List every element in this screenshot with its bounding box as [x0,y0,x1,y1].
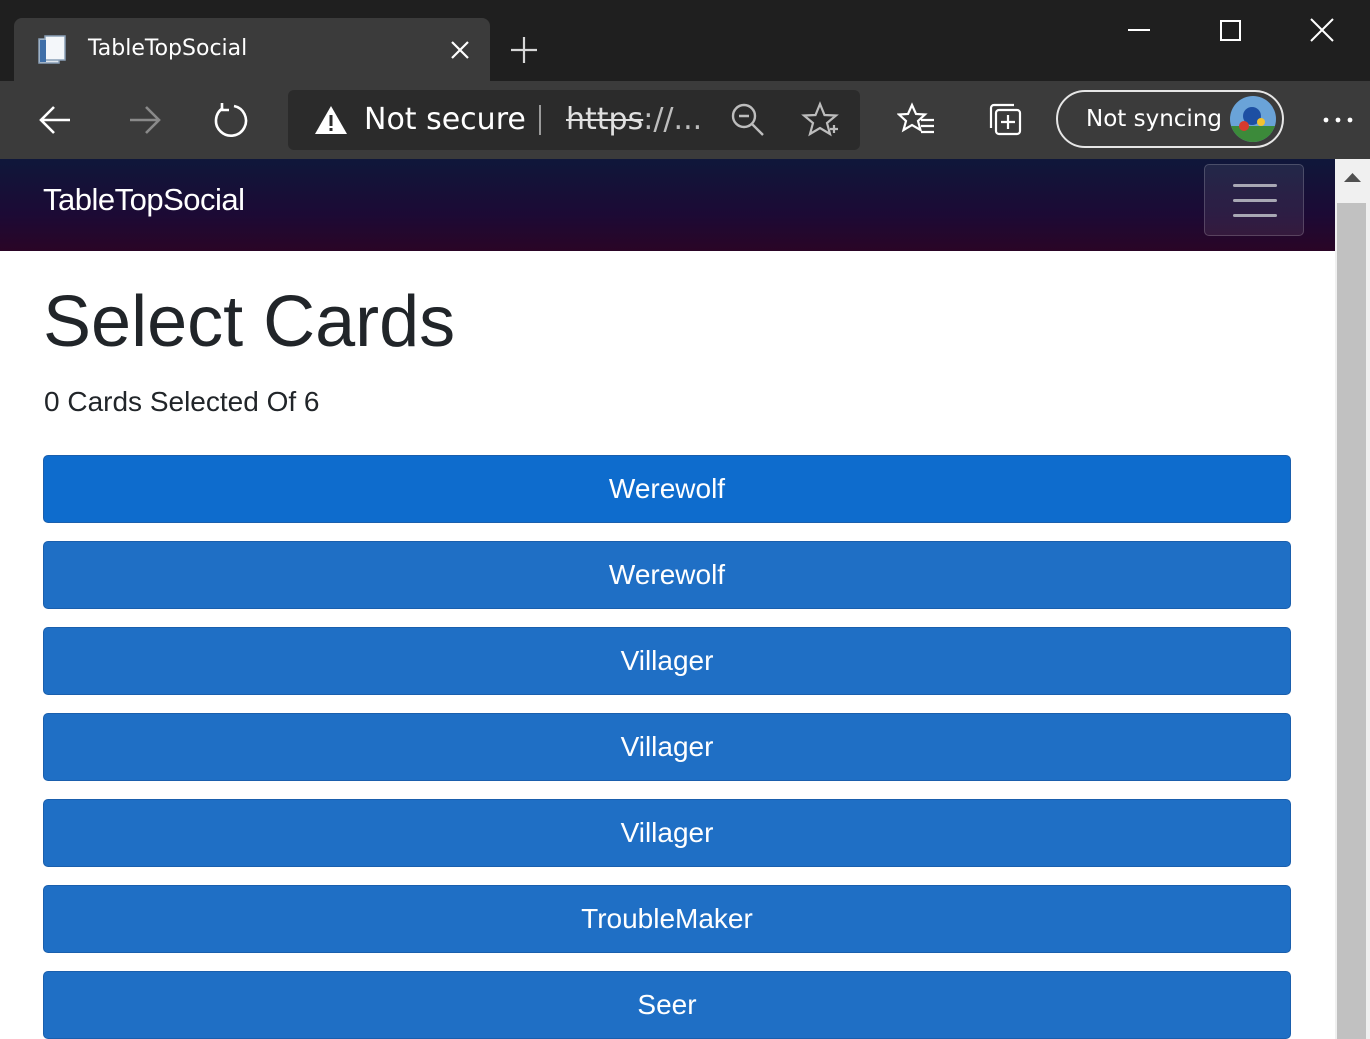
security-status[interactable]: Not secure [364,102,526,137]
add-favorite-star-icon[interactable] [800,100,840,140]
browser-tab[interactable]: TableTopSocial [14,18,490,81]
card-button-villager[interactable]: Villager [43,713,1291,781]
zoom-out-icon[interactable] [728,100,768,140]
new-tab-icon[interactable] [508,34,540,66]
more-options-icon[interactable] [1318,100,1358,140]
card-button-troublemaker[interactable]: TroubleMaker [43,885,1291,953]
address-separator [539,105,541,135]
sync-status-button[interactable]: Not syncing [1056,90,1284,148]
collections-icon[interactable] [986,100,1026,140]
favorites-icon[interactable] [897,100,937,140]
back-arrow-icon[interactable] [36,100,76,140]
forward-arrow-icon [130,106,161,134]
close-tab-icon[interactable] [448,38,472,62]
maximize-icon[interactable] [1213,14,1247,48]
selection-count: 0 Cards Selected Of 6 [44,386,320,417]
url-rest: ://... [643,102,703,137]
tab-title: TableTopSocial [88,36,248,61]
card-button-villager[interactable]: Villager [43,627,1291,695]
url-text[interactable]: https://... [566,102,702,137]
browser-title-bar: TableTopSocial [0,0,1370,81]
close-window-icon[interactable] [1305,14,1339,48]
scrollbar-thumb[interactable] [1337,203,1366,1039]
vertical-scrollbar[interactable] [1335,159,1370,1039]
sync-label: Not syncing [1086,106,1222,132]
document-icon [38,35,66,64]
card-button-seer[interactable]: Seer [43,971,1291,1039]
card-list: Werewolf Werewolf Villager Villager Vill… [43,455,1291,1039]
page-viewport: TableTopSocial Select Cards 0 Cards Sele… [0,159,1335,1039]
page-title: Select Cards [43,282,456,362]
site-navbar: TableTopSocial [0,159,1335,251]
hamburger-bar [1233,199,1277,202]
hamburger-bar [1233,214,1277,217]
site-brand-link[interactable]: TableTopSocial [43,182,245,218]
menu-toggle-button[interactable] [1204,164,1304,236]
refresh-icon[interactable] [212,100,252,140]
browser-toolbar: Not secure https://... Not syncing [0,81,1370,159]
address-bar[interactable]: Not secure https://... [288,90,860,150]
card-button-werewolf[interactable]: Werewolf [43,455,1291,523]
profile-avatar[interactable] [1230,96,1276,142]
url-scheme: https [566,102,644,137]
hamburger-bar [1233,184,1277,187]
scroll-up-arrow-icon[interactable] [1335,159,1370,197]
card-button-werewolf[interactable]: Werewolf [43,541,1291,609]
warning-icon[interactable] [314,104,348,136]
card-button-villager[interactable]: Villager [43,799,1291,867]
minimize-icon[interactable] [1122,14,1156,48]
